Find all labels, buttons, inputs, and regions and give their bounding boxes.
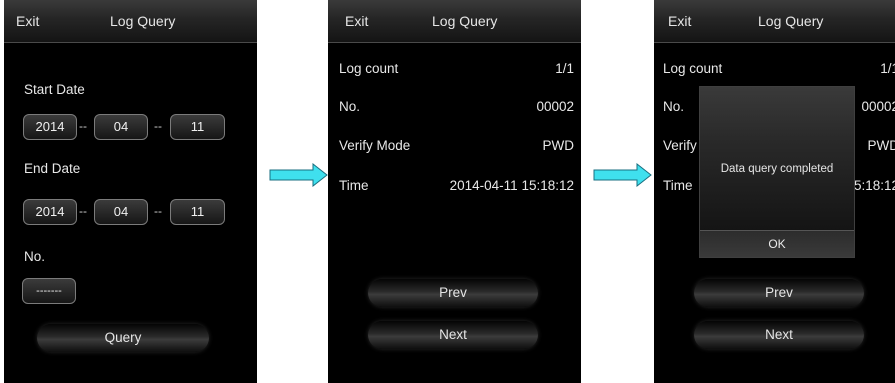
start-day-field[interactable]: 11	[170, 114, 225, 140]
end-year-field[interactable]: 2014	[23, 199, 77, 225]
dialog-ok-label: OK	[768, 237, 786, 251]
header-bar: Exit Log Query	[328, 0, 581, 43]
log-result-screen: Exit Log Query Log count 1/1 No. 00002 V…	[328, 0, 581, 383]
time-value: 5:18:12	[853, 178, 895, 193]
date-separator: --	[154, 119, 162, 133]
time-label: Time	[339, 178, 369, 193]
time-label: Time	[663, 178, 693, 193]
dialog-ok-button[interactable]: OK	[700, 230, 854, 257]
no-label: No.	[663, 99, 685, 114]
prev-button[interactable]: Prev	[368, 279, 538, 307]
no-value: 00002	[861, 99, 895, 114]
start-month-field[interactable]: 04	[94, 114, 148, 140]
start-year-field[interactable]: 2014	[23, 114, 77, 140]
log-result-dialog-screen: Exit Log Query Log count 1/1 No. 00002 V…	[654, 0, 895, 383]
next-button[interactable]: Next	[368, 321, 538, 349]
log-count-label: Log count	[663, 61, 723, 76]
arrow-right-icon	[269, 163, 328, 187]
verify-mode-value: PWD	[542, 138, 575, 153]
exit-button[interactable]: Exit	[16, 13, 39, 29]
no-field[interactable]: -------	[22, 278, 76, 304]
date-separator: --	[154, 204, 162, 218]
no-value: 00002	[536, 99, 574, 114]
query-button[interactable]: Query	[37, 324, 209, 352]
verify-mode-value: PWD	[867, 138, 895, 153]
end-month-field[interactable]: 04	[94, 199, 148, 225]
end-date-label: End Date	[24, 161, 81, 176]
log-query-form-screen: Exit Log Query Start Date 2014 -- 04 -- …	[4, 0, 257, 383]
time-value: 2014-04-11 15:18:12	[449, 178, 574, 193]
log-count-label: Log count	[339, 61, 399, 76]
arrow-right-icon	[593, 163, 652, 187]
header-bar: Exit Log Query	[654, 0, 895, 43]
verify-mode-label: Verify	[663, 138, 697, 153]
exit-button[interactable]: Exit	[668, 13, 691, 29]
log-count-value: 1/1	[555, 61, 574, 76]
date-separator: --	[79, 119, 87, 133]
header-bar: Exit Log Query	[4, 0, 257, 43]
exit-button[interactable]: Exit	[345, 13, 368, 29]
verify-mode-label: Verify Mode	[339, 138, 411, 153]
start-date-label: Start Date	[24, 82, 85, 97]
end-day-field[interactable]: 11	[170, 199, 225, 225]
no-label: No.	[24, 249, 46, 264]
page-title: Log Query	[758, 13, 824, 29]
query-complete-dialog: Data query completed OK	[699, 86, 855, 258]
date-separator: --	[79, 204, 87, 218]
dialog-message: Data query completed	[720, 163, 834, 175]
page-title: Log Query	[432, 13, 498, 29]
prev-button[interactable]: Prev	[694, 279, 864, 307]
page-title: Log Query	[110, 13, 176, 29]
no-label: No.	[339, 99, 361, 114]
next-button[interactable]: Next	[694, 321, 864, 349]
log-count-value: 1/1	[880, 61, 895, 76]
